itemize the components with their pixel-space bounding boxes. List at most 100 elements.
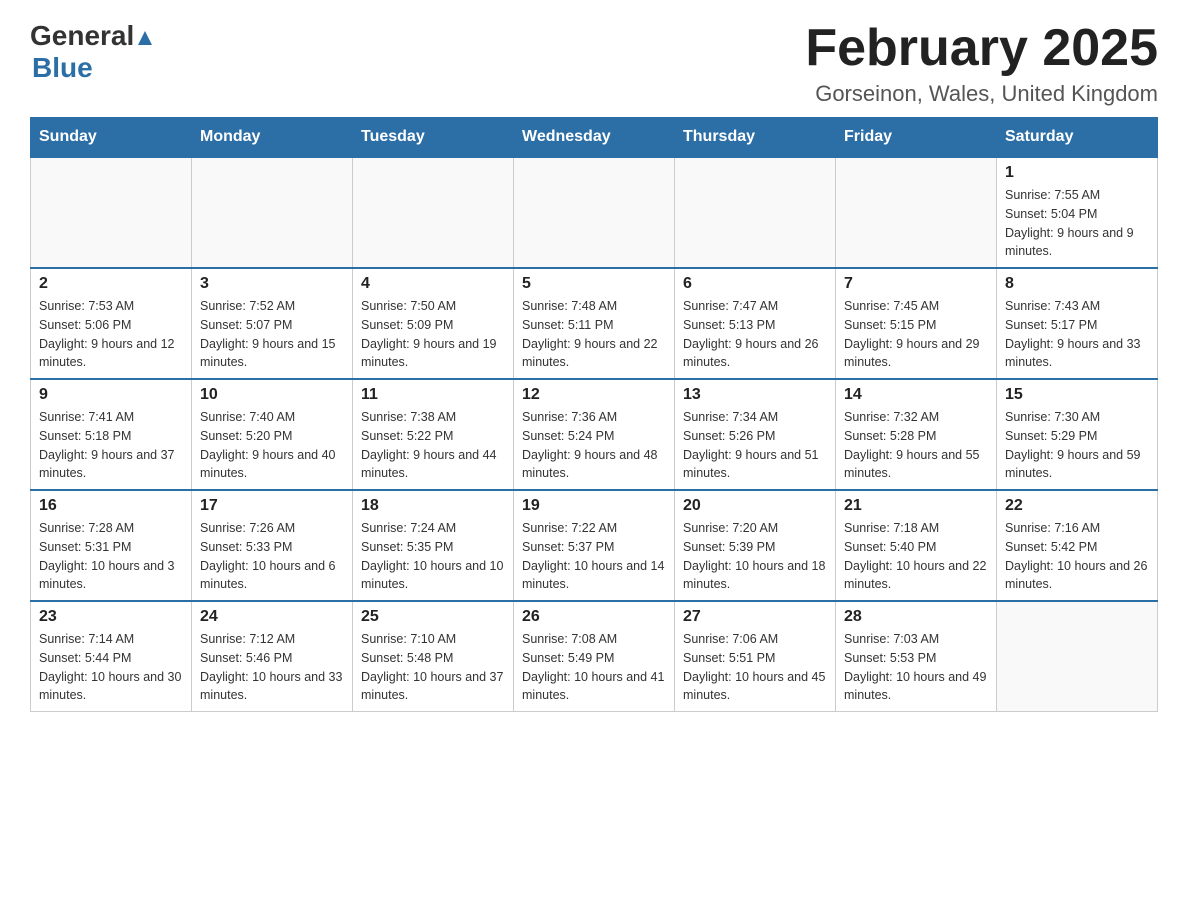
header-sunday: Sunday: [31, 118, 192, 158]
day-number: 6: [683, 275, 827, 293]
day-number: 3: [200, 275, 344, 293]
day-info: Sunrise: 7:32 AM Sunset: 5:28 PM Dayligh…: [844, 408, 988, 483]
calendar-cell: 18 Sunrise: 7:24 AM Sunset: 5:35 PM Dayli…: [353, 490, 514, 601]
calendar-cell: [675, 157, 836, 268]
calendar-cell: 7 Sunrise: 7:45 AM Sunset: 5:15 PM Daylig…: [836, 268, 997, 379]
calendar-cell: 10 Sunrise: 7:40 AM Sunset: 5:20 PM Dayli…: [192, 379, 353, 490]
day-number: 14: [844, 386, 988, 404]
header-monday: Monday: [192, 118, 353, 158]
day-number: 27: [683, 608, 827, 626]
calendar-cell: 17Sunrise: 7:26 AM Sunset: 5:33 PM Dayli…: [192, 490, 353, 601]
header-wednesday: Wednesday: [514, 118, 675, 158]
calendar-cell: 12 Sunrise: 7:36 AM Sunset: 5:24 PM Dayli…: [514, 379, 675, 490]
logo-general: General: [30, 20, 156, 52]
day-info: Sunrise: 7:18 AM Sunset: 5:40 PM Dayligh…: [844, 519, 988, 594]
calendar-cell: 8Sunrise: 7:43 AM Sunset: 5:17 PM Daylig…: [997, 268, 1158, 379]
calendar-cell: 4Sunrise: 7:50 AM Sunset: 5:09 PM Daylig…: [353, 268, 514, 379]
calendar-cell: 24 Sunrise: 7:12 AM Sunset: 5:46 PM Dayli…: [192, 601, 353, 712]
page-header: General Blue February 2025 Gorseinon, Wa…: [30, 20, 1158, 107]
calendar-cell: 9Sunrise: 7:41 AM Sunset: 5:18 PM Daylig…: [31, 379, 192, 490]
calendar-title: February 2025: [805, 20, 1158, 77]
day-info: Sunrise: 7:24 AM Sunset: 5:35 PM Dayligh…: [361, 519, 505, 594]
day-info: Sunrise: 7:47 AM Sunset: 5:13 PM Dayligh…: [683, 297, 827, 372]
calendar-header: SundayMondayTuesdayWednesdayThursdayFrid…: [31, 118, 1158, 158]
day-info: Sunrise: 7:08 AM Sunset: 5:49 PM Dayligh…: [522, 630, 666, 705]
day-info: Sunrise: 7:12 AM Sunset: 5:46 PM Dayligh…: [200, 630, 344, 705]
calendar-cell: [836, 157, 997, 268]
day-number: 23: [39, 608, 183, 626]
calendar-cell: 28Sunrise: 7:03 AM Sunset: 5:53 PM Dayli…: [836, 601, 997, 712]
day-number: 10: [200, 386, 344, 404]
day-number: 13: [683, 386, 827, 404]
day-info: Sunrise: 7:40 AM Sunset: 5:20 PM Dayligh…: [200, 408, 344, 483]
day-number: 7: [844, 275, 988, 293]
calendar-body: 1 Sunrise: 7:55 AM Sunset: 5:04 PM Daylig…: [31, 157, 1158, 712]
header-thursday: Thursday: [675, 118, 836, 158]
day-info: Sunrise: 7:30 AM Sunset: 5:29 PM Dayligh…: [1005, 408, 1149, 483]
day-info: Sunrise: 7:45 AM Sunset: 5:15 PM Dayligh…: [844, 297, 988, 372]
logo-triangle-icon: [134, 27, 156, 49]
header-row: SundayMondayTuesdayWednesdayThursdayFrid…: [31, 118, 1158, 158]
day-info: Sunrise: 7:10 AM Sunset: 5:48 PM Dayligh…: [361, 630, 505, 705]
day-info: Sunrise: 7:20 AM Sunset: 5:39 PM Dayligh…: [683, 519, 827, 594]
title-area: February 2025 Gorseinon, Wales, United K…: [805, 20, 1158, 107]
calendar-cell: [192, 157, 353, 268]
day-number: 1: [1005, 164, 1149, 182]
day-info: Sunrise: 7:34 AM Sunset: 5:26 PM Dayligh…: [683, 408, 827, 483]
day-info: Sunrise: 7:48 AM Sunset: 5:11 PM Dayligh…: [522, 297, 666, 372]
calendar-cell: 6 Sunrise: 7:47 AM Sunset: 5:13 PM Daylig…: [675, 268, 836, 379]
calendar-week-2: 2 Sunrise: 7:53 AM Sunset: 5:06 PM Daylig…: [31, 268, 1158, 379]
calendar-cell: 5 Sunrise: 7:48 AM Sunset: 5:11 PM Daylig…: [514, 268, 675, 379]
day-info: Sunrise: 7:50 AM Sunset: 5:09 PM Dayligh…: [361, 297, 505, 372]
calendar-cell: 14 Sunrise: 7:32 AM Sunset: 5:28 PM Dayli…: [836, 379, 997, 490]
day-number: 16: [39, 497, 183, 515]
calendar-week-5: 23 Sunrise: 7:14 AM Sunset: 5:44 PM Dayli…: [31, 601, 1158, 712]
day-info: Sunrise: 7:52 AM Sunset: 5:07 PM Dayligh…: [200, 297, 344, 372]
calendar-cell: 22 Sunrise: 7:16 AM Sunset: 5:42 PM Dayli…: [997, 490, 1158, 601]
day-info: Sunrise: 7:06 AM Sunset: 5:51 PM Dayligh…: [683, 630, 827, 705]
calendar-week-1: 1 Sunrise: 7:55 AM Sunset: 5:04 PM Daylig…: [31, 157, 1158, 268]
calendar-cell: 1 Sunrise: 7:55 AM Sunset: 5:04 PM Daylig…: [997, 157, 1158, 268]
day-info: Sunrise: 7:22 AM Sunset: 5:37 PM Dayligh…: [522, 519, 666, 594]
day-info: Sunrise: 7:38 AM Sunset: 5:22 PM Dayligh…: [361, 408, 505, 483]
calendar-cell: 27 Sunrise: 7:06 AM Sunset: 5:51 PM Dayli…: [675, 601, 836, 712]
day-info: Sunrise: 7:28 AM Sunset: 5:31 PM Dayligh…: [39, 519, 183, 594]
calendar-cell: 21 Sunrise: 7:18 AM Sunset: 5:40 PM Dayli…: [836, 490, 997, 601]
day-info: Sunrise: 7:53 AM Sunset: 5:06 PM Dayligh…: [39, 297, 183, 372]
calendar-cell: 20 Sunrise: 7:20 AM Sunset: 5:39 PM Dayli…: [675, 490, 836, 601]
day-info: Sunrise: 7:14 AM Sunset: 5:44 PM Dayligh…: [39, 630, 183, 705]
calendar-cell: [997, 601, 1158, 712]
day-number: 25: [361, 608, 505, 626]
calendar-cell: 25 Sunrise: 7:10 AM Sunset: 5:48 PM Dayli…: [353, 601, 514, 712]
logo: General Blue: [30, 20, 156, 84]
calendar-cell: 3 Sunrise: 7:52 AM Sunset: 5:07 PM Daylig…: [192, 268, 353, 379]
day-number: 5: [522, 275, 666, 293]
day-number: 8: [1005, 275, 1149, 293]
day-number: 26: [522, 608, 666, 626]
calendar-week-3: 9Sunrise: 7:41 AM Sunset: 5:18 PM Daylig…: [31, 379, 1158, 490]
day-number: 2: [39, 275, 183, 293]
day-number: 21: [844, 497, 988, 515]
day-number: 28: [844, 608, 988, 626]
day-number: 18: [361, 497, 505, 515]
calendar-table: SundayMondayTuesdayWednesdayThursdayFrid…: [30, 117, 1158, 712]
calendar-cell: 13 Sunrise: 7:34 AM Sunset: 5:26 PM Dayli…: [675, 379, 836, 490]
day-number: 12: [522, 386, 666, 404]
day-number: 20: [683, 497, 827, 515]
logo-blue: Blue: [32, 52, 93, 83]
calendar-cell: [353, 157, 514, 268]
day-number: 22: [1005, 497, 1149, 515]
calendar-cell: 23 Sunrise: 7:14 AM Sunset: 5:44 PM Dayli…: [31, 601, 192, 712]
day-info: Sunrise: 7:55 AM Sunset: 5:04 PM Dayligh…: [1005, 186, 1149, 261]
day-info: Sunrise: 7:36 AM Sunset: 5:24 PM Dayligh…: [522, 408, 666, 483]
day-info: Sunrise: 7:16 AM Sunset: 5:42 PM Dayligh…: [1005, 519, 1149, 594]
calendar-cell: 19 Sunrise: 7:22 AM Sunset: 5:37 PM Dayli…: [514, 490, 675, 601]
day-number: 19: [522, 497, 666, 515]
calendar-subtitle: Gorseinon, Wales, United Kingdom: [805, 81, 1158, 107]
calendar-cell: 2 Sunrise: 7:53 AM Sunset: 5:06 PM Daylig…: [31, 268, 192, 379]
day-number: 24: [200, 608, 344, 626]
day-number: 11: [361, 386, 505, 404]
calendar-week-4: 16 Sunrise: 7:28 AM Sunset: 5:31 PM Dayli…: [31, 490, 1158, 601]
day-number: 17: [200, 497, 344, 515]
header-friday: Friday: [836, 118, 997, 158]
